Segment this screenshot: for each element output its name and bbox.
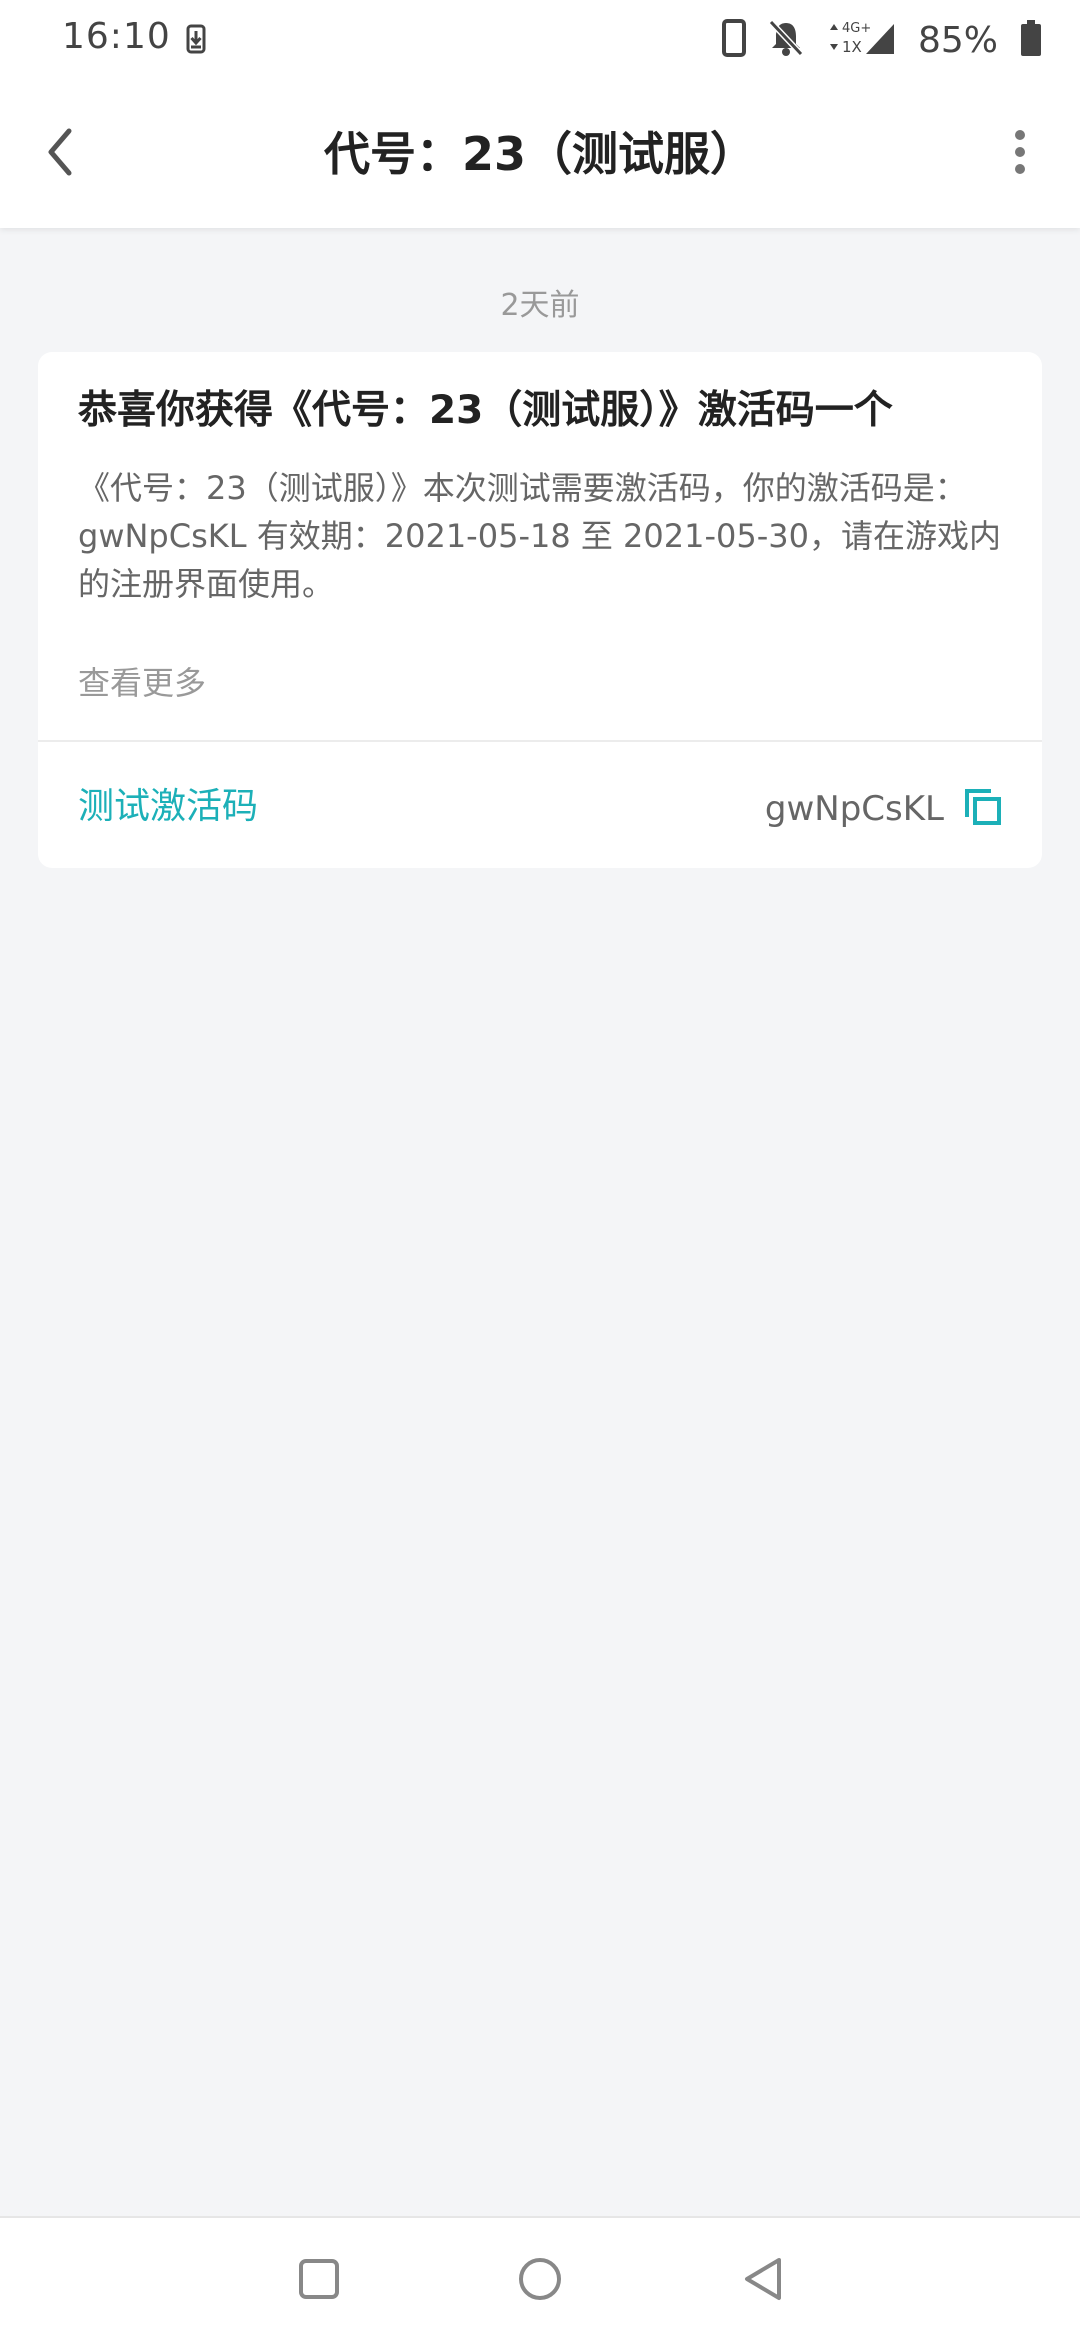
bell-off-icon [768,19,804,61]
more-vertical-icon [1013,129,1027,179]
home-circle-icon [516,2255,564,2307]
more-options-button[interactable] [1000,118,1040,190]
status-time: 16:10 [62,16,171,57]
app-header: 16:10 4G+ 1X 85% 代号：23（测试服） [0,0,1080,228]
battery-percent: 85% [917,19,998,61]
message-card: 恭喜你获得《代号：23（测试服）》激活码一个 《代号：23（测试服）》本次测试需… [38,352,1042,868]
toolbar: 代号：23（测试服） [0,80,1080,228]
home-button[interactable] [505,2246,575,2316]
battery-icon [1020,19,1042,61]
recents-button[interactable] [284,2246,354,2316]
signal-icon: 4G+ 1X [826,18,896,62]
card-divider [38,740,1042,742]
svg-text:4G+: 4G+ [842,21,871,36]
recents-square-icon [297,2257,341,2305]
status-icons: 4G+ 1X 85% [721,14,1042,66]
see-more-link[interactable]: 查看更多 [78,658,206,704]
message-timestamp: 2天前 [500,288,580,323]
copy-icon [963,787,1003,831]
back-triangle-icon [739,2255,787,2307]
chevron-left-icon [45,127,75,181]
message-title: 恭喜你获得《代号：23（测试服）》激活码一个 [78,388,893,433]
phone-icon [721,19,746,61]
page-title: 代号：23（测试服） [323,127,756,181]
copy-code-button[interactable] [958,784,1008,834]
download-icon [186,24,206,58]
nav-back-button[interactable] [728,2246,798,2316]
activation-code-value: gwNpCsKL [764,789,944,829]
status-bar: 16:10 4G+ 1X 85% [0,0,1080,80]
back-button[interactable] [28,118,92,190]
system-nav-bar [0,2216,1080,2340]
activation-code-label: 测试激活码 [78,786,259,827]
message-body: 《代号：23（测试服）》本次测试需要激活码，你的激活码是：gwNpCsKL 有效… [78,469,1002,603]
svg-text:1X: 1X [842,38,862,56]
